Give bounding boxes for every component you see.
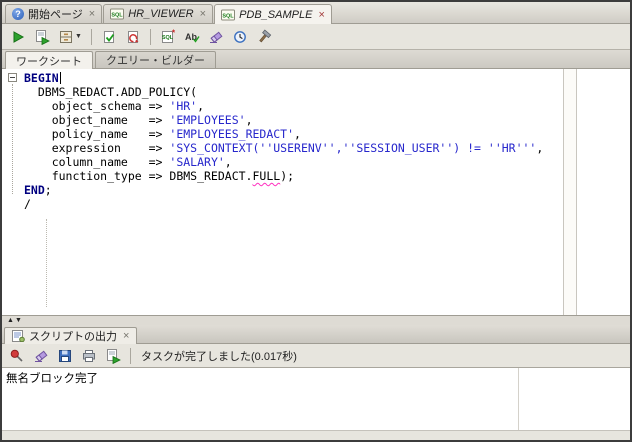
run-script-icon bbox=[107, 348, 121, 364]
splitter-collapse-up-icon[interactable]: ▲ bbox=[7, 317, 14, 324]
tab-label: 開始ページ bbox=[28, 9, 83, 21]
code-line[interactable]: policy_name => 'EMPLOYEES_REDACT', bbox=[24, 127, 563, 141]
tab-pdb-sample[interactable]: SQL PDB_SAMPLE × bbox=[214, 4, 332, 24]
code-line[interactable]: function_type => DBMS_REDACT.FULL); bbox=[24, 169, 563, 183]
svg-text:SQL: SQL bbox=[112, 13, 124, 19]
close-icon[interactable]: × bbox=[316, 9, 324, 20]
output-tabbar: スクリプトの出力 × bbox=[2, 325, 630, 344]
explain-plan-button[interactable]: ▼ bbox=[56, 27, 84, 47]
unshared-worksheet-button[interactable]: SQL * bbox=[158, 27, 178, 47]
code-editor[interactable]: BEGIN DBMS_REDACT.ADD_POLICY( object_sch… bbox=[2, 69, 630, 315]
run-statement-button[interactable] bbox=[8, 27, 28, 47]
printer-icon bbox=[83, 349, 95, 362]
code-line[interactable]: column_name => 'SALARY', bbox=[24, 155, 563, 169]
tab-start-page[interactable]: ? 開始ページ × bbox=[5, 4, 103, 23]
eraser-icon bbox=[35, 350, 48, 362]
toolbar-separator bbox=[90, 28, 92, 45]
output-toolbar: タスクが完了しました(0.017秒) bbox=[2, 344, 630, 368]
tab-hr-viewer[interactable]: SQL HR_VIEWER × bbox=[103, 4, 214, 23]
close-icon[interactable]: × bbox=[87, 9, 95, 20]
svg-text:SQL: SQL bbox=[222, 13, 234, 19]
editor-gutter bbox=[2, 69, 24, 315]
hammer-icon bbox=[259, 29, 272, 42]
commit-icon bbox=[103, 30, 115, 43]
change-case-icon: Ab bbox=[185, 32, 200, 43]
tab-label: HR_VIEWER bbox=[128, 8, 194, 20]
script-output-icon bbox=[12, 330, 25, 342]
pin-button[interactable] bbox=[7, 346, 27, 366]
status-strip bbox=[2, 430, 630, 440]
tab-label: ワークシート bbox=[16, 55, 82, 68]
dropdown-arrow-icon[interactable]: ▼ bbox=[75, 33, 82, 40]
output-text: 無名ブロック完了 bbox=[6, 371, 98, 385]
change-case-button[interactable]: Ab bbox=[182, 27, 202, 47]
tab-script-output[interactable]: スクリプトの出力 × bbox=[4, 327, 138, 344]
close-icon[interactable]: × bbox=[121, 331, 129, 342]
editor-vertical-scrollbar[interactable] bbox=[563, 69, 577, 315]
code-line[interactable]: / bbox=[24, 197, 563, 211]
script-output-area[interactable]: 無名ブロック完了 bbox=[2, 368, 630, 430]
save-button[interactable] bbox=[55, 346, 75, 366]
tab-label: クエリー・ビルダー bbox=[106, 55, 205, 67]
print-button[interactable] bbox=[79, 346, 99, 366]
sql-worksheet-icon: SQL bbox=[221, 9, 236, 20]
toolbar-separator bbox=[149, 28, 151, 45]
commit-button[interactable] bbox=[99, 27, 119, 47]
svg-text:*: * bbox=[172, 29, 176, 38]
task-status-text: タスクが完了しました(0.017秒) bbox=[141, 350, 297, 363]
pin-icon bbox=[10, 349, 23, 362]
code-line[interactable]: END; bbox=[24, 183, 563, 197]
tab-worksheet[interactable]: ワークシート bbox=[5, 51, 93, 69]
clear-button[interactable] bbox=[206, 27, 226, 47]
save-icon bbox=[59, 349, 71, 362]
sql-developer-window: ? 開始ページ × SQL HR_VIEWER × SQL PDB_SAMPLE… bbox=[0, 0, 632, 442]
rollback-button[interactable] bbox=[123, 27, 143, 47]
help-icon: ? bbox=[12, 8, 24, 20]
sql-history-icon bbox=[234, 30, 246, 43]
code-line[interactable]: expression => 'SYS_CONTEXT(''USERENV'','… bbox=[24, 141, 563, 155]
worksheet-tabbar: ワークシート クエリー・ビルダー bbox=[2, 50, 630, 69]
close-icon[interactable]: × bbox=[198, 9, 206, 20]
indent-guide bbox=[46, 219, 47, 307]
rollback-icon bbox=[127, 30, 139, 43]
explain-plan-icon bbox=[60, 30, 72, 43]
sql-history-button[interactable] bbox=[230, 27, 250, 47]
fold-scope-line bbox=[12, 84, 13, 194]
toolbar-separator bbox=[130, 347, 131, 364]
splitter-collapse-down-icon[interactable]: ▼ bbox=[15, 317, 22, 324]
code-line[interactable]: object_name => 'EMPLOYEES', bbox=[24, 113, 563, 127]
run-script-icon bbox=[36, 29, 50, 45]
code-line[interactable]: BEGIN bbox=[24, 71, 563, 85]
tab-query-builder[interactable]: クエリー・ビルダー bbox=[95, 51, 216, 68]
text-caret bbox=[59, 72, 62, 84]
worksheet-toolbar: ▼ SQL * Ab bbox=[2, 24, 630, 50]
code-line[interactable]: object_schema => 'HR', bbox=[24, 99, 563, 113]
code-line[interactable]: DBMS_REDACT.ADD_POLICY( bbox=[24, 85, 563, 99]
run-script-button[interactable] bbox=[32, 27, 52, 47]
tuning-button[interactable] bbox=[254, 27, 274, 47]
code-lines[interactable]: BEGIN DBMS_REDACT.ADD_POLICY( object_sch… bbox=[24, 71, 563, 315]
document-tabbar: ? 開始ページ × SQL HR_VIEWER × SQL PDB_SAMPLE… bbox=[2, 2, 630, 24]
sql-worksheet-icon: SQL bbox=[110, 8, 125, 20]
output-divider bbox=[518, 368, 519, 430]
run-script-output-button[interactable] bbox=[103, 346, 123, 366]
eraser-icon bbox=[209, 31, 223, 43]
clear-output-button[interactable] bbox=[31, 346, 51, 366]
tab-label: スクリプトの出力 bbox=[29, 331, 117, 343]
horizontal-splitter[interactable]: ▲ ▼ bbox=[2, 315, 630, 325]
run-statement-icon bbox=[13, 30, 25, 43]
unshared-worksheet-icon: SQL * bbox=[162, 29, 176, 43]
tab-label: PDB_SAMPLE bbox=[239, 8, 313, 21]
fold-collapse-icon[interactable] bbox=[8, 73, 17, 82]
